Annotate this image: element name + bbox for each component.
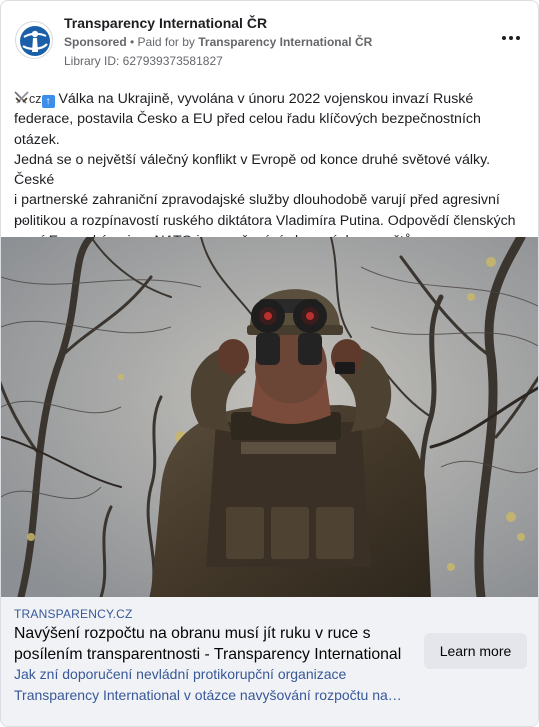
link-domain[interactable]: TRANSPARENCY.CZ bbox=[14, 607, 133, 621]
body-line: cz ↑ Válka na Ukrajině, vyvolána v únoru … bbox=[14, 89, 528, 109]
ad-header: Transparency International ČR Sponsored … bbox=[13, 13, 526, 71]
body-line-4: i partnerské zahraniční zpravodajské slu… bbox=[14, 192, 500, 209]
sponsored-line: Sponsored • Paid for by Transparency Int… bbox=[64, 35, 372, 49]
link-headline[interactable]: Navýšení rozpočtu na obranu musí jít ruk… bbox=[14, 624, 414, 665]
more-horizontal-icon bbox=[502, 36, 506, 40]
body-line-1: Válka na Ukrajině, vyvolána v únoru 2022… bbox=[54, 91, 474, 107]
ad-image[interactable] bbox=[1, 237, 538, 597]
page-name[interactable]: Transparency International ČR bbox=[64, 15, 267, 31]
library-id: Library ID: 627939373581827 bbox=[64, 54, 223, 68]
transparency-logo-icon bbox=[20, 26, 50, 56]
sponsored-label: Sponsored bbox=[64, 35, 127, 49]
more-options-button[interactable] bbox=[500, 29, 522, 47]
body-line-3: Jedná se o největší válečný konflikt v E… bbox=[14, 151, 491, 189]
link-description[interactable]: Jak zní doporučení nevládní protikorupčn… bbox=[14, 664, 414, 705]
body-line-5: politikou a rozpínavostí ruského diktáto… bbox=[14, 212, 516, 229]
crossed-swords-icon bbox=[14, 91, 29, 104]
desc-line-2: Transparency International v otázce navy… bbox=[14, 686, 402, 703]
more-horizontal-icon-dot bbox=[509, 36, 513, 40]
headline-line-2: posílením transparentnosti - Transparenc… bbox=[14, 645, 402, 663]
paid-for-name[interactable]: Transparency International ČR bbox=[198, 35, 372, 49]
body-line-2: federace, postavila Česko a EU před celo… bbox=[14, 111, 481, 148]
link-preview-footer[interactable]: TRANSPARENCY.CZ Navýšení rozpočtu na obr… bbox=[1, 597, 538, 726]
desc-line-1: Jak zní doporučení nevládní protikorupčn… bbox=[14, 666, 347, 682]
more-horizontal-icon-dot bbox=[516, 36, 520, 40]
see-more-ellipsis[interactable]: … bbox=[14, 209, 28, 225]
learn-more-button[interactable]: Learn more bbox=[424, 633, 527, 669]
headline-line-1: Navýšení rozpočtu na obranu musí jít ruk… bbox=[14, 625, 371, 642]
paid-for-prefix: • Paid for by bbox=[126, 35, 199, 49]
cz-flag-text: cz bbox=[29, 92, 42, 106]
up-arrow-icon: ↑ bbox=[41, 95, 55, 108]
page-avatar[interactable] bbox=[15, 21, 53, 59]
soldier-photo bbox=[1, 237, 538, 597]
ad-body-text: cz ↑ Válka na Ukrajině, vyvolána v únoru … bbox=[14, 89, 528, 251]
ad-card: Transparency International ČR Sponsored … bbox=[0, 0, 539, 727]
